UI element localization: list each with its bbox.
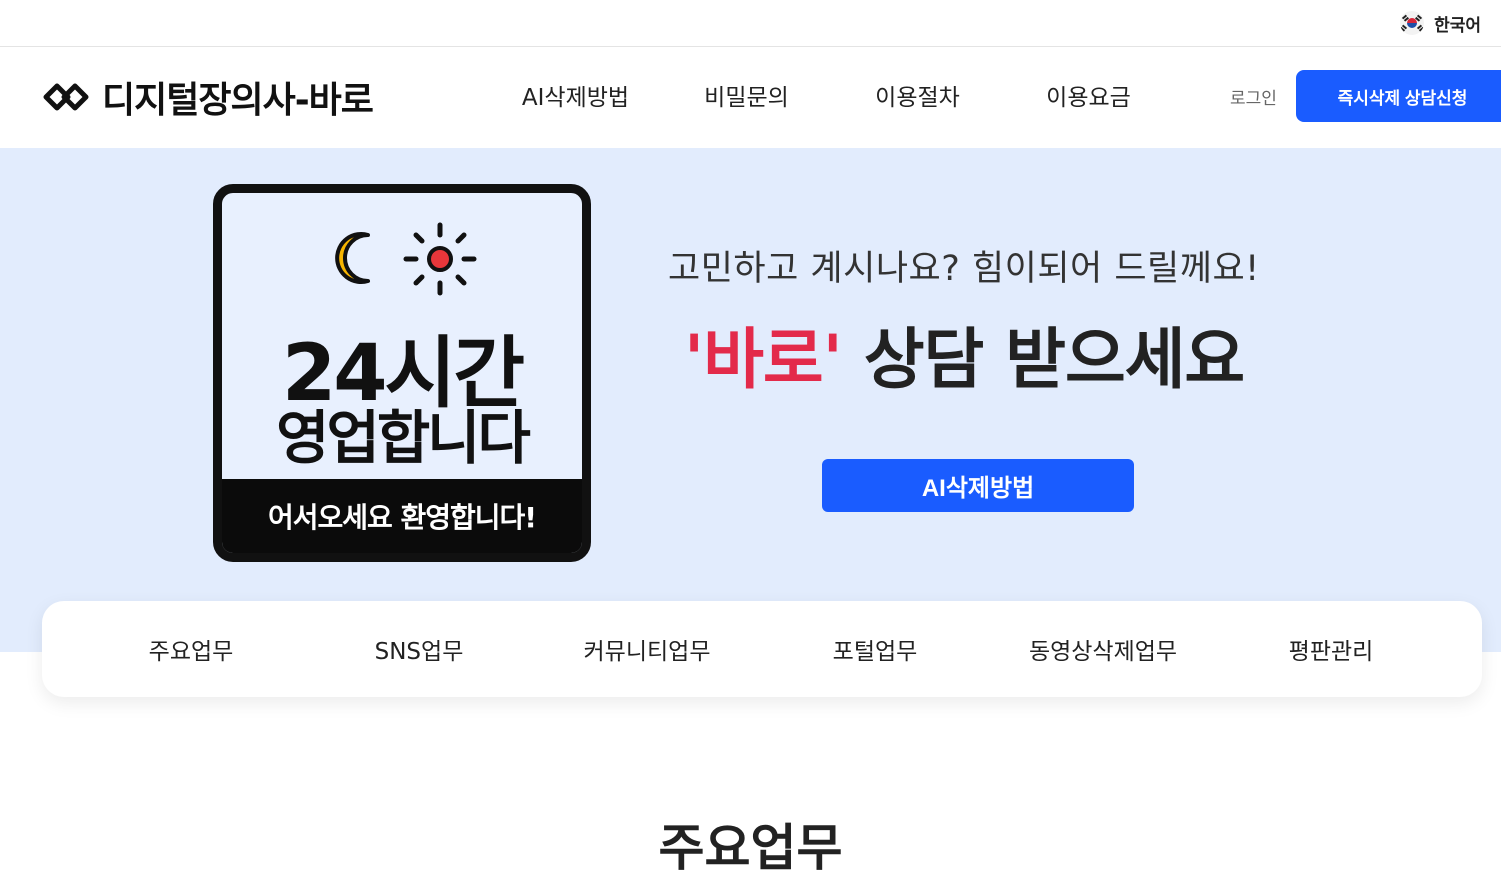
login-link[interactable]: 로그인 xyxy=(1230,84,1277,109)
language-label: 한국어 xyxy=(1434,15,1481,36)
open-24h-sign: 24시간 영업합니다 어서오세요 환영합니다! xyxy=(213,184,591,562)
sign-icons xyxy=(328,219,488,297)
nav-process[interactable]: 이용절차 xyxy=(832,78,1003,112)
moon-icon xyxy=(335,232,370,284)
chain-link-icon xyxy=(43,83,89,111)
hero-title-accent: '바로' xyxy=(684,321,843,398)
instant-delete-consult-button[interactable]: 즉시삭제 상담신청 xyxy=(1296,70,1501,122)
category-main-work[interactable]: 주요업무 xyxy=(77,632,305,666)
language-bar: 한국어 xyxy=(0,0,1501,47)
nav-secret-inquiry[interactable]: 비밀문의 xyxy=(661,78,832,112)
language-selector[interactable]: 한국어 xyxy=(1400,11,1481,36)
main-nav: AI삭제방법 비밀문의 이용절차 이용요금 xyxy=(490,78,1174,112)
sign-open-text: 영업합니다 xyxy=(276,404,531,472)
category-reputation[interactable]: 평판관리 xyxy=(1217,632,1445,666)
hero-title: '바로' 상담 받으세요 xyxy=(684,306,1245,402)
category-community[interactable]: 커뮤니티업무 xyxy=(533,632,761,666)
category-portal[interactable]: 포털업무 xyxy=(761,632,989,666)
hero-ai-delete-button[interactable]: AI삭제방법 xyxy=(822,459,1134,512)
hero-title-rest: 상담 받으세요 xyxy=(841,321,1245,398)
logo-text: 디지털장의사-바로 xyxy=(102,80,374,121)
section-title: 주요업무 xyxy=(658,819,843,877)
nav-ai-delete-method[interactable]: AI삭제방법 xyxy=(490,78,661,112)
hero-section: 24시간 영업합니다 어서오세요 환영합니다! 고민하고 계시나요? 힘이되어 … xyxy=(0,148,1501,652)
site-header: 디지털장의사-바로 AI삭제방법 비밀문의 이용절차 이용요금 로그인 즉시삭제… xyxy=(0,48,1501,148)
sun-icon xyxy=(403,222,477,296)
korea-flag-icon xyxy=(1400,11,1425,35)
category-bar: 주요업무 SNS업무 커뮤니티업무 포털업무 동영상삭제업무 평판관리 xyxy=(42,601,1482,697)
category-sns[interactable]: SNS업무 xyxy=(305,632,533,666)
nav-pricing[interactable]: 이용요금 xyxy=(1003,78,1174,112)
site-logo[interactable]: 디지털장의사-바로 xyxy=(42,72,374,122)
category-video-delete[interactable]: 동영상삭제업무 xyxy=(989,632,1217,666)
sign-welcome-text: 어서오세요 환영합니다! xyxy=(222,479,582,553)
hero-subtitle: 고민하고 계시나요? 힘이되어 드릴께요! xyxy=(668,249,1260,289)
